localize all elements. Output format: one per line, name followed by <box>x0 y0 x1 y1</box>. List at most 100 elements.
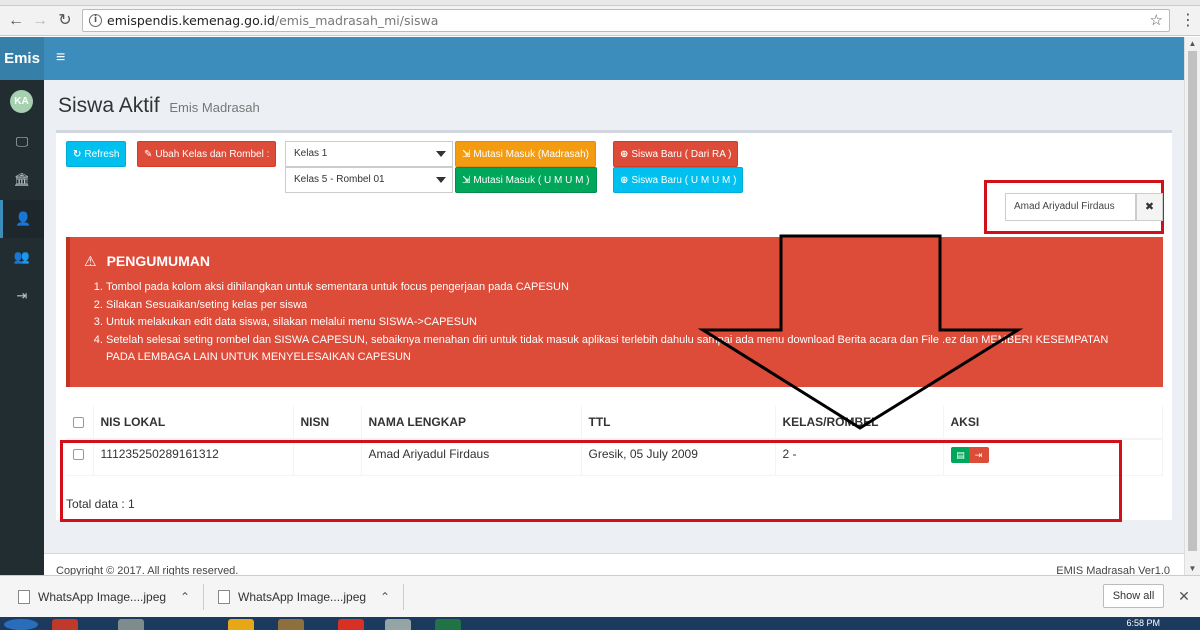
announcement-item: Untuk melakukan edit data siswa, silakan… <box>106 314 1118 332</box>
page-title: Siswa Aktif Emis Madrasah <box>58 94 260 118</box>
sidebar: Emis KA 🖵 🏛 👤 👥 ⇥ <box>0 37 44 575</box>
mutasi-umum-label: Mutasi Masuk ( U M U M ) <box>473 175 590 186</box>
download-item[interactable]: WhatsApp Image....jpeg ⌃ <box>212 584 390 610</box>
ubah-kelas-label: Ubah Kelas dan Rombel : <box>155 149 270 160</box>
clear-search-button[interactable]: ✖ <box>1136 193 1163 221</box>
page-scrollbar[interactable]: ▲ ▼ <box>1184 37 1200 575</box>
monitor-icon: 🖵 <box>15 134 29 149</box>
user-icon: 👤 <box>15 211 32 226</box>
download-bar: WhatsApp Image....jpeg ⌃ WhatsApp Image.… <box>0 575 1200 617</box>
siswa-baru-ra-button[interactable]: ⊕ Siswa Baru ( Dari RA ) <box>613 141 739 167</box>
scroll-up-icon[interactable]: ▲ <box>1188 39 1197 48</box>
browser-menu-icon[interactable]: ⋮ <box>1180 11 1196 31</box>
announcement-title-text: PENGUMUMAN <box>106 253 211 269</box>
show-all-button[interactable]: Show all <box>1103 584 1164 608</box>
sidebar-item-lembaga[interactable]: 🏛 <box>0 161 44 199</box>
refresh-icon: ↻ <box>73 149 82 160</box>
col-aksi: AKSI <box>943 406 1163 440</box>
back-arrow-icon[interactable]: ← <box>6 11 26 31</box>
chevron-down-icon <box>436 177 446 183</box>
image-file-icon <box>218 590 230 604</box>
start-button[interactable] <box>4 619 38 630</box>
announcement-callout: ⚠ PENGUMUMAN Tombol pada kolom aksi dihil… <box>66 237 1163 387</box>
table-header-row: NIS LOKAL NISN NAMA LENGKAP TTL KELAS/RO… <box>66 406 1163 440</box>
refresh-button[interactable]: ↻ Refresh <box>66 141 127 167</box>
os-taskbar: 6:58 PM <box>0 617 1200 630</box>
col-nama-lengkap[interactable]: NAMA LENGKAP <box>361 406 582 440</box>
mutasi-madrasah-label: Mutasi Masuk (Madrasah) <box>473 149 589 160</box>
col-kelas-rombel[interactable]: KELAS/ROMBEL <box>775 406 944 440</box>
download-item[interactable]: WhatsApp Image....jpeg ⌃ <box>12 584 190 610</box>
avatar[interactable]: KA <box>10 90 33 113</box>
taskbar-app-icon[interactable] <box>385 619 411 630</box>
download-separator <box>403 584 404 610</box>
refresh-label: Refresh <box>84 149 120 160</box>
footer-copyright: Copyright © 2017. All rights reserved. <box>56 565 239 575</box>
reload-icon[interactable]: ↻ <box>55 11 75 31</box>
taskbar-app-icon[interactable] <box>118 619 144 630</box>
download-separator <box>203 584 204 610</box>
taskbar-app-icon[interactable] <box>228 619 254 630</box>
sign-in-icon: ⇲ <box>462 175 471 186</box>
rombel-select-value: Kelas 5 - Rombel 01 <box>294 174 385 185</box>
edit-icon: ✎ <box>144 149 153 160</box>
announcement-item: Tombol pada kolom aksi dihilangkan untuk… <box>106 279 1118 297</box>
url-path: /emis_madrasah_mi/siswa <box>274 13 439 28</box>
siswa-baru-umum-label: Siswa Baru ( U M U M ) <box>631 175 737 186</box>
download-filename: WhatsApp Image....jpeg <box>38 590 167 604</box>
search-input[interactable]: Amad Ariyadul Firdaus <box>1005 193 1136 221</box>
sidebar-item-users[interactable]: 👥 <box>0 238 44 276</box>
forward-arrow-icon[interactable]: → <box>30 11 50 31</box>
bookmark-star-icon[interactable]: ☆ <box>1150 10 1163 31</box>
brand-logo[interactable]: Emis <box>0 37 44 80</box>
select-all-checkbox[interactable] <box>73 417 84 429</box>
footer-version: EMIS Madrasah Ver1.0 <box>1056 565 1170 575</box>
address-bar[interactable]: i emispendis.kemenag.go.id/emis_madrasah… <box>82 9 1170 32</box>
announcement-title: ⚠ PENGUMUMAN <box>84 253 210 270</box>
announcement-item: Silakan Sesuaikan/seting kelas per siswa <box>106 297 1118 315</box>
taskbar-app-icon[interactable] <box>338 619 364 630</box>
plus-circle-icon: ⊕ <box>620 175 629 186</box>
close-icon[interactable]: ✕ <box>1175 584 1193 608</box>
info-icon[interactable]: i <box>89 14 102 27</box>
sign-out-icon: ⇥ <box>16 288 28 303</box>
kelas-select[interactable]: Kelas 1 <box>285 141 453 167</box>
row-highlight-box <box>60 440 1122 522</box>
col-ttl[interactable]: TTL <box>581 406 776 440</box>
chevron-down-icon <box>436 151 446 157</box>
kelas-select-value: Kelas 1 <box>294 148 328 159</box>
scroll-thumb[interactable] <box>1188 51 1197 551</box>
top-navbar: ≡ <box>44 37 1184 80</box>
users-icon: 👥 <box>13 249 31 264</box>
mutasi-umum-button[interactable]: ⇲ Mutasi Masuk ( U M U M ) <box>455 167 597 193</box>
taskbar-app-icon[interactable] <box>52 619 78 630</box>
browser-toolbar: ← → ↻ i emispendis.kemenag.go.id/emis_ma… <box>0 6 1200 36</box>
plus-circle-icon: ⊕ <box>620 149 629 160</box>
taskbar-app-icon[interactable] <box>435 619 461 630</box>
download-filename: WhatsApp Image....jpeg <box>238 590 367 604</box>
sign-in-icon: ⇲ <box>462 149 471 160</box>
ubah-kelas-button[interactable]: ✎ Ubah Kelas dan Rombel : <box>137 141 277 167</box>
image-file-icon <box>18 590 30 604</box>
chevron-up-icon[interactable]: ⌃ <box>380 584 390 610</box>
col-nis-lokal[interactable]: NIS LOKAL <box>93 406 294 440</box>
siswa-baru-umum-button[interactable]: ⊕ Siswa Baru ( U M U M ) <box>613 167 744 193</box>
rombel-select[interactable]: Kelas 5 - Rombel 01 <box>285 167 453 193</box>
chevron-up-icon[interactable]: ⌃ <box>180 584 190 610</box>
page-subtitle: Emis Madrasah <box>169 100 260 115</box>
col-nisn[interactable]: NISN <box>293 406 362 440</box>
scroll-down-icon[interactable]: ▼ <box>1188 564 1197 573</box>
sidebar-item-logout[interactable]: ⇥ <box>0 277 44 315</box>
announcement-item: Setelah selesai seting rombel dan SISWA … <box>106 332 1118 367</box>
close-icon: ✖ <box>1144 201 1155 213</box>
sidebar-item-dashboard[interactable]: 🖵 <box>0 123 44 161</box>
institution-icon: 🏛 <box>13 172 31 187</box>
page-title-text: Siswa Aktif <box>58 94 160 117</box>
hamburger-menu-icon[interactable]: ≡ <box>56 49 70 67</box>
page-footer: Copyright © 2017. All rights reserved. E… <box>44 553 1184 575</box>
select-all-cell <box>66 406 94 440</box>
mutasi-madrasah-button[interactable]: ⇲ Mutasi Masuk (Madrasah) <box>455 141 596 167</box>
sidebar-item-siswa[interactable]: 👤 <box>0 200 44 238</box>
warning-icon: ⚠ <box>84 253 97 269</box>
taskbar-app-icon[interactable] <box>278 619 304 630</box>
